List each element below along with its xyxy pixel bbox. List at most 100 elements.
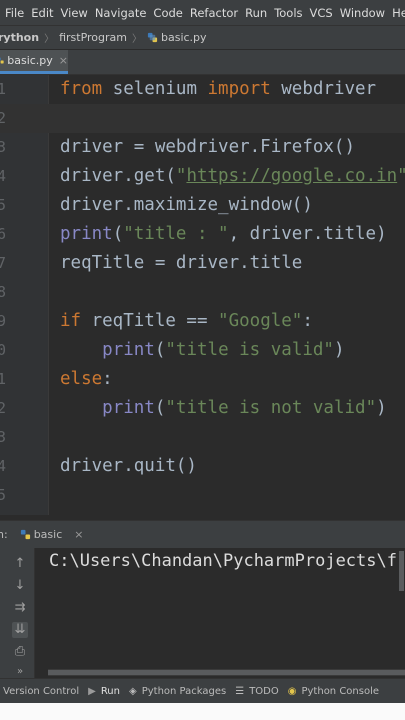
code-token: from bbox=[60, 79, 103, 99]
editor-tab-bar: basic.py × bbox=[0, 50, 405, 75]
menu-view[interactable]: View bbox=[58, 6, 91, 20]
menu-code[interactable]: Code bbox=[150, 6, 185, 20]
line-number: 8 bbox=[0, 283, 7, 301]
menu-bar: File Edit View Navigate Code Refactor Run Tools… bbox=[0, 0, 405, 26]
code-line[interactable]: 6 print("title : ", driver.title) bbox=[0, 220, 405, 249]
code-url-link[interactable]: https://google.co.in bbox=[186, 166, 397, 186]
menu-navigate[interactable]: Navigate bbox=[92, 6, 150, 20]
code-line[interactable]: 8 bbox=[0, 278, 405, 307]
menu-window[interactable]: Window bbox=[337, 6, 388, 20]
run-panel: n: basic × ↑ ↓ ⇉ ⇊ ⎙ » C:\Users\Chandan\… bbox=[0, 520, 405, 679]
code-line[interactable]: 7 reqTitle = driver.title bbox=[0, 249, 405, 278]
close-icon[interactable]: × bbox=[74, 528, 83, 541]
line-number: 4 bbox=[0, 167, 7, 185]
menu-run[interactable]: Run bbox=[242, 6, 270, 20]
line-number: 9 bbox=[0, 312, 7, 330]
tool-window-todo[interactable]: ☰ TODO bbox=[235, 686, 279, 697]
code-token: "title is valid" bbox=[165, 340, 334, 360]
line-number: 2 bbox=[0, 109, 7, 127]
vertical-scrollbar[interactable] bbox=[399, 551, 404, 591]
code-text: driver.get("https://google.co.in" bbox=[60, 162, 405, 191]
print-icon[interactable]: ⎙ bbox=[12, 644, 28, 660]
menu-refactor[interactable]: Refactor bbox=[187, 6, 241, 20]
line-number: 4 bbox=[0, 457, 7, 475]
code-line[interactable]: 1 from selenium import webdriver bbox=[0, 75, 405, 104]
code-token: ) bbox=[376, 398, 387, 418]
code-text: reqTitle = driver.title bbox=[60, 249, 302, 278]
code-token: print bbox=[60, 224, 113, 244]
line-number: 3 bbox=[0, 428, 7, 446]
code-token: " bbox=[175, 166, 187, 186]
code-line[interactable]: 1 else: bbox=[0, 365, 405, 394]
tool-window-label: Python Packages bbox=[141, 685, 227, 697]
chevron-right-icon: 〉 bbox=[132, 34, 142, 45]
menu-file[interactable]: File bbox=[2, 6, 27, 20]
code-line[interactable]: 5 bbox=[0, 481, 405, 510]
code-text: print("title is valid") bbox=[60, 336, 345, 365]
run-panel-prefix: n: bbox=[0, 528, 8, 541]
todo-icon: ☰ bbox=[235, 685, 245, 697]
menu-tools[interactable]: Tools bbox=[271, 6, 305, 20]
horizontal-scrollbar[interactable] bbox=[48, 669, 405, 676]
console-output: C:\Users\Chandan\PycharmProjects\f bbox=[49, 551, 397, 571]
code-editor[interactable]: 1 from selenium import webdriver 2 3 driver … bbox=[0, 75, 405, 515]
code-token: driver.quit() bbox=[60, 456, 197, 476]
code-text: from selenium import webdriver bbox=[60, 75, 376, 104]
breadcrumb-file[interactable]: basic.py bbox=[161, 31, 207, 44]
line-number: 3 bbox=[0, 138, 7, 156]
code-text: driver.maximize_window() bbox=[60, 191, 313, 220]
breadcrumb-folder[interactable]: firstProgram bbox=[59, 31, 127, 44]
arrow-down-icon[interactable]: ↓ bbox=[12, 578, 28, 594]
code-text: else: bbox=[60, 365, 113, 394]
tool-window-bar: ⑂Version Control ▶ Run ◈ Python Packages ☰ TOD… bbox=[0, 678, 405, 703]
menu-help[interactable]: Help bbox=[389, 6, 405, 20]
tab-label: basic.py bbox=[7, 54, 53, 67]
soft-wrap-icon[interactable]: ⇉ bbox=[12, 600, 28, 616]
tab-basic-py[interactable]: basic.py × bbox=[0, 50, 68, 74]
line-number: 0 bbox=[0, 341, 7, 359]
tool-window-run[interactable]: ▶ Run bbox=[88, 686, 120, 697]
code-line[interactable]: 3 bbox=[0, 423, 405, 452]
menu-vcs[interactable]: VCS bbox=[307, 6, 336, 20]
run-tab-label: basic bbox=[33, 528, 63, 541]
code-line[interactable]: 4 driver.quit() bbox=[0, 452, 405, 481]
code-token: "title is not valid" bbox=[165, 398, 377, 418]
code-token: "Google" bbox=[218, 311, 303, 331]
code-line[interactable]: 2 print("title is not valid") bbox=[0, 394, 405, 423]
code-token: ) bbox=[333, 340, 345, 360]
python-file-icon bbox=[147, 32, 158, 43]
code-line[interactable]: 3 driver = webdriver.Firefox() bbox=[0, 133, 405, 162]
code-line[interactable]: 0 print("title is valid") bbox=[0, 336, 405, 365]
line-number: 5 bbox=[0, 486, 7, 504]
close-icon[interactable]: × bbox=[59, 54, 68, 67]
tool-window-python-console[interactable]: ◉ Python Console bbox=[288, 686, 379, 697]
breadcrumb: rython 〉 firstProgram 〉 basic.py bbox=[0, 26, 405, 50]
scrollbar-thumb[interactable] bbox=[48, 670, 405, 675]
code-token: webdriver bbox=[270, 79, 377, 99]
code-line[interactable]: 9 if reqTitle == "Google": bbox=[0, 307, 405, 336]
code-text: driver = webdriver.Firefox() bbox=[60, 133, 355, 162]
breadcrumb-project[interactable]: rython bbox=[0, 31, 39, 44]
code-line[interactable]: 4 driver.get("https://google.co.in" bbox=[0, 162, 405, 191]
scroll-to-end-icon[interactable]: ⇊ bbox=[12, 622, 28, 638]
code-text: driver.quit() bbox=[60, 452, 197, 481]
tool-window-label: Version Control bbox=[3, 685, 80, 697]
tool-window-version-control[interactable]: ⑂Version Control bbox=[0, 686, 79, 697]
tool-window-label: Run bbox=[100, 685, 120, 697]
code-token: print bbox=[102, 398, 155, 418]
tool-window-python-packages[interactable]: ◈ Python Packages bbox=[129, 686, 226, 697]
arrow-up-icon[interactable]: ↑ bbox=[12, 556, 28, 572]
code-line[interactable]: 5 driver.maximize_window() bbox=[0, 191, 405, 220]
menu-edit[interactable]: Edit bbox=[28, 6, 56, 20]
code-line[interactable]: 2 bbox=[0, 104, 405, 133]
tool-window-label: TODO bbox=[249, 685, 279, 697]
code-token: ( bbox=[154, 398, 166, 418]
code-token: driver.maximize_window() bbox=[60, 195, 313, 215]
code-token: reqTitle == bbox=[81, 311, 219, 331]
code-text: print("title : ", driver.title) bbox=[60, 220, 387, 249]
run-tab-basic[interactable]: basic × bbox=[20, 521, 92, 548]
run-panel-header: n: basic × bbox=[0, 521, 405, 548]
python-icon bbox=[20, 529, 30, 540]
